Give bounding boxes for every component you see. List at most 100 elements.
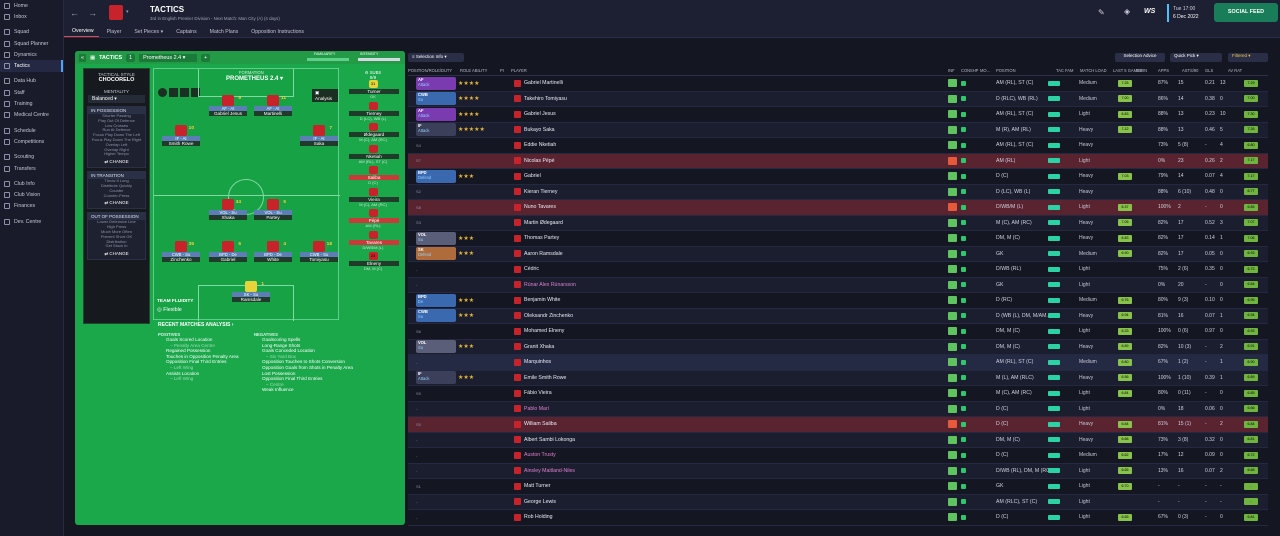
info-icon[interactable] — [158, 88, 167, 97]
sub-player[interactable]: Ødegaard M (C), AM (RC) — [343, 123, 403, 145]
player-name[interactable]: Nicolas Pépé — [524, 158, 555, 164]
player-name[interactable]: Bukayo Saka — [524, 127, 555, 133]
table-row[interactable]: - Rúnar Alex Rúnarsson GK Light 0% 20 - 0 6.54 — [408, 277, 1268, 293]
player-name[interactable]: Marquinhos — [524, 359, 551, 365]
column-header[interactable]: TAC FAM — [1056, 68, 1073, 73]
bar-chart-icon[interactable] — [169, 88, 178, 97]
table-row[interactable]: DMCRVOLSu★★★Thomas ParteyDM, M (C)Heavy6… — [408, 231, 1268, 247]
sub-player[interactable]: Tierney D (LC), WB (L) — [343, 101, 403, 124]
tab-opposition-instructions[interactable]: Opposition Instructions — [243, 29, 309, 37]
column-header[interactable]: GLS — [1205, 68, 1213, 73]
table-row[interactable]: - Marquinhos AM (RL), ST (C) Medium 6.80 67% 1… — [408, 355, 1268, 371]
social-feed-button[interactable]: SOCIAL FEED — [1214, 3, 1278, 22]
player-name[interactable]: Gabriel Martinelli — [524, 80, 563, 86]
filter-dropdown[interactable]: Filtered ▾ — [1228, 53, 1268, 62]
player-name[interactable]: Rob Holding — [524, 514, 553, 520]
pitch-player[interactable]: 11 AF - At Martinelli — [254, 95, 292, 119]
player-name[interactable]: William Saliba — [524, 421, 557, 427]
stats-icon[interactable] — [180, 88, 189, 97]
edit-icon[interactable]: ✎ — [1098, 8, 1105, 17]
player-name[interactable]: Matt Turner — [524, 483, 551, 489]
sub-player[interactable]: Pépé AM (RL) — [343, 209, 403, 231]
role-dropdown[interactable]: VOL Su — [416, 340, 456, 354]
table-row[interactable]: S7 Nicolas Pépé AM (RL) Light 0% 23 0.26 2 7.17 — [408, 153, 1268, 169]
player-name[interactable]: Thomas Partey — [524, 235, 559, 241]
player-name[interactable]: Oleksandr Zinchenko — [524, 313, 573, 319]
selection-info-dropdown[interactable]: ≡ Selection Info ▾ — [408, 53, 464, 62]
role-dropdown[interactable]: CWB Su — [416, 309, 456, 323]
in-transition-change-button[interactable]: ⇄ CHANGE — [88, 198, 145, 208]
tactic-slot-number[interactable]: 1 — [126, 53, 136, 62]
pitch-player[interactable]: 18 CWB - Su Tomiyasu — [300, 241, 338, 265]
table-row[interactable]: S9 Fábio Vieira M (C), AM (RC) Light 6.84 80%… — [408, 386, 1268, 402]
player-name[interactable]: Auston Trusty — [524, 452, 556, 458]
player-name[interactable]: Aaron Ramsdale — [524, 251, 563, 257]
tab-overview[interactable]: Overview — [64, 28, 99, 37]
sub-player[interactable]: Tavares D/WB/M (L) — [343, 230, 403, 253]
column-header[interactable]: CON — [961, 68, 970, 73]
pitch-player[interactable]: 35 CWB - Su Zinchenko — [162, 241, 200, 265]
table-row[interactable]: STCRAFAttack★★★★Gabriel MartinelliAM (RL… — [408, 76, 1268, 92]
pitch-player[interactable]: 4 BPD - De White — [254, 241, 292, 265]
back-icon[interactable]: ← — [70, 8, 79, 18]
in-possession-change-button[interactable]: ⇄ CHANGE — [88, 157, 145, 167]
player-name[interactable]: George Lewis — [524, 499, 556, 505]
column-header[interactable]: SHP — [970, 68, 978, 73]
sub-player[interactable]: Saliba D (C) — [343, 166, 403, 188]
pitch-player[interactable]: 10 IF - At Smith Rowe — [162, 125, 200, 149]
collapse-icon[interactable]: « — [79, 53, 86, 62]
club-badge[interactable] — [109, 5, 123, 20]
role-dropdown[interactable]: BPD Defend — [416, 169, 456, 183]
table-row[interactable]: DLCWBSu★★★Oleksandr ZinchenkoD (WB (L), … — [408, 308, 1268, 324]
forward-icon[interactable]: → — [88, 8, 97, 18]
player-name[interactable]: Nuno Tavares — [524, 204, 556, 210]
column-header[interactable]: POSITION — [996, 68, 1016, 73]
sidebar-item-competitions[interactable]: Competitions — [0, 136, 63, 147]
player-name[interactable]: Cédric — [524, 266, 539, 272]
table-row[interactable]: S5 William Saliba D (C) Heavy 6.84 81% 15 (1) -… — [408, 417, 1268, 433]
sub-player[interactable]: Vieira M (C), AM (RC) — [343, 187, 403, 210]
sub-player[interactable]: 23 Elneny DM, M (C) — [343, 252, 403, 274]
pitch-player[interactable]: 34 VOL - Su Xhaka — [209, 199, 247, 223]
sidebar-item-club-info[interactable]: Club Info — [0, 178, 63, 189]
pitch-player[interactable]: 7 IF - At Saka — [300, 125, 338, 149]
player-name[interactable]: Benjamin White — [524, 297, 560, 303]
sidebar-item-training[interactable]: Training — [0, 98, 63, 109]
pitch-player[interactable]: 5 VOL - Su Partey — [254, 199, 292, 223]
role-dropdown[interactable]: CWB Su — [416, 92, 456, 106]
column-header[interactable]: MATCH LOAD — [1080, 68, 1107, 73]
table-row[interactable]: - George Lewis AM (RLC), ST (C) Light - - - - - — [408, 494, 1268, 510]
chevron-down-icon[interactable]: ▾ — [126, 9, 129, 15]
sidebar-item-data-hub[interactable]: Data Hub — [0, 76, 63, 87]
player-name[interactable]: Martin Ødegaard — [524, 220, 563, 226]
player-name[interactable]: Gabriel — [524, 173, 541, 179]
role-dropdown[interactable]: BPD De — [416, 293, 456, 307]
column-header[interactable]: INF — [948, 68, 955, 73]
table-row[interactable]: DRCWBSu★★★★Takehiro TomiyasuD (RLC), WB … — [408, 91, 1268, 107]
table-row[interactable]: DMCLVOLSu★★★Granit XhakaDM, M (C)Heavy6.… — [408, 339, 1268, 355]
table-row[interactable]: DCRBPDDe★★★Benjamin WhiteD (RC)Medium6.7… — [408, 293, 1268, 309]
sidebar-item-dev-centre[interactable]: Dev. Centre — [0, 216, 63, 227]
player-name[interactable]: Granit Xhaka — [524, 344, 554, 350]
column-header[interactable]: POSITION/ROLE/DUTY — [408, 68, 452, 73]
player-name[interactable]: Mohamed Elneny — [524, 328, 564, 334]
role-dropdown[interactable]: IF Attack — [416, 123, 456, 137]
column-header[interactable]: ASTS/90 — [1182, 68, 1198, 73]
sidebar-item-dynamics[interactable]: Dynamics — [0, 49, 63, 60]
sidebar-item-squad-planner[interactable]: Squad Planner — [0, 38, 63, 49]
tab-player[interactable]: Player — [99, 29, 127, 37]
table-row[interactable]: S8 Nuno Tavares D/WB/M (L) Light 6.37 100% 2 - 0… — [408, 200, 1268, 216]
table-row[interactable]: - Auston Trusty D (C) Medium 6.62 17% 12 0.09 0 6… — [408, 448, 1268, 464]
table-row[interactable]: S4 Eddie Nketiah AM (RL), ST (C) Heavy 73% 5 … — [408, 138, 1268, 154]
column-header[interactable]: PLAYER — [511, 68, 527, 73]
mentality-dropdown[interactable]: Balanced ▾ — [88, 95, 145, 103]
sidebar-item-inbox[interactable]: Inbox — [0, 11, 63, 22]
column-header[interactable]: PI — [500, 68, 504, 73]
analysis-button[interactable]: ▣ Analysis — [312, 89, 338, 102]
table-row[interactable]: STCLAFAttack★★★★Gabriel JesusAM (RL), ST… — [408, 107, 1268, 123]
player-name[interactable]: Fábio Vieira — [524, 390, 552, 396]
column-header[interactable]: APPS — [1158, 68, 1169, 73]
table-row[interactable]: - Albert Sambi Lokonga DM, M (C) Heavy 6.68 7… — [408, 432, 1268, 448]
pitch-player[interactable]: 1 SK - Su Ramsdale — [232, 281, 270, 305]
table-row[interactable]: AMLIFAttack★★★Emile Smith RoweM (L), AM … — [408, 370, 1268, 386]
